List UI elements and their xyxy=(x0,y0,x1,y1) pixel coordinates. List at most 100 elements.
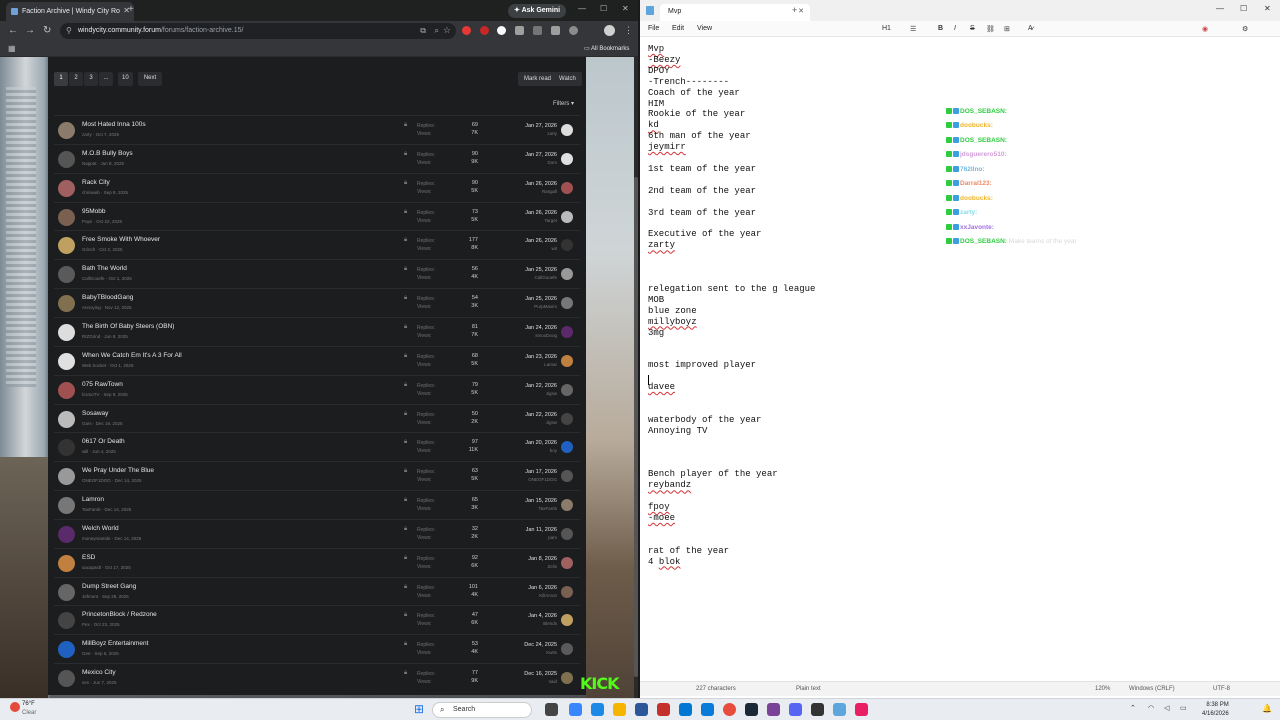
last-poster-avatar[interactable] xyxy=(561,239,573,252)
forward-icon[interactable]: → xyxy=(25,25,35,36)
thread-row[interactable]: Lamron TaxFamb · Dec 14, 2025 🔒︎ Replies: Vi… xyxy=(54,490,580,519)
thread-title[interactable]: Sosaway xyxy=(82,410,108,417)
last-post-date[interactable]: Jan 22, 2026 xyxy=(504,383,557,389)
settings-icon[interactable]: ⚙ xyxy=(1242,25,1248,33)
thread-avatar[interactable] xyxy=(58,497,75,515)
last-post-user[interactable]: Lamar xyxy=(504,362,557,367)
menu-file[interactable]: File xyxy=(648,25,659,32)
eol-status[interactable]: Windows (CRLF) xyxy=(1129,686,1175,692)
thread-title[interactable]: Dump Street Gang xyxy=(82,583,136,590)
thread-title[interactable]: When We Catch Em It's A 3 For All xyxy=(82,352,182,359)
file-explorer-icon[interactable] xyxy=(613,703,626,716)
weather-widget[interactable]: 76°F Clear xyxy=(22,700,36,718)
thread-row[interactable]: Dump Street Gang Jefmont · Sep 29, 2025 🔒︎… xyxy=(54,576,580,606)
thread-title[interactable]: ESD xyxy=(82,554,95,561)
thread-avatar[interactable] xyxy=(58,323,75,341)
zoom-status[interactable]: 120% xyxy=(1095,686,1110,692)
thread-title[interactable]: 075 RawTown xyxy=(82,381,123,388)
close-window-icon[interactable]: ✕ xyxy=(622,4,629,13)
maximize-icon[interactable]: ☐ xyxy=(600,4,607,13)
thread-title[interactable]: Free Smoke With Whoever xyxy=(82,236,160,243)
last-post-user[interactable]: boy xyxy=(504,448,557,453)
last-poster-avatar[interactable] xyxy=(561,470,573,483)
thread-row[interactable]: Bath The World CallGooefe · Oct 1, 2025 🔒︎… xyxy=(54,259,580,288)
thread-row[interactable]: 0617 Or Death will · Jun 4, 2025 🔒︎ Replies… xyxy=(54,432,580,461)
start-windows-icon[interactable]: ⊞ xyxy=(414,702,424,716)
thread-avatar[interactable] xyxy=(58,237,75,255)
next-page-button[interactable]: Next xyxy=(138,72,162,86)
thread-avatar[interactable] xyxy=(58,295,75,313)
table-icon[interactable]: ⊞ xyxy=(1004,25,1010,33)
app-icon[interactable] xyxy=(657,703,670,716)
menu-view[interactable]: View xyxy=(697,25,712,32)
thread-row[interactable]: Free Smoke With Whoever Grinch · Oct 2, 2… xyxy=(54,230,580,259)
new-tab-icon[interactable]: + xyxy=(792,5,797,15)
notepad-editor[interactable]: Mvp -Beezy DPOY -Trench-------- Coach of… xyxy=(648,44,815,568)
thread-avatar[interactable] xyxy=(58,583,75,601)
thread-avatar[interactable] xyxy=(58,612,75,630)
thread-avatar[interactable] xyxy=(58,670,75,688)
last-post-date[interactable]: Jan 27, 2026 xyxy=(504,123,557,129)
last-poster-avatar[interactable] xyxy=(561,268,573,281)
chrome-icon[interactable] xyxy=(723,703,736,716)
thread-avatar[interactable] xyxy=(58,208,75,226)
taskbar-search[interactable]: ⌕ Search xyxy=(432,702,532,718)
copilot-icon[interactable]: ◉ xyxy=(1202,25,1208,33)
thread-row[interactable]: Welch World moneymamde · Dec 14, 2025 🔒︎ Re… xyxy=(54,518,580,548)
thread-title[interactable]: 95Mobb xyxy=(82,208,106,215)
last-post-user[interactable]: zarty xyxy=(504,131,557,136)
thread-avatar[interactable] xyxy=(58,439,75,457)
format-status[interactable]: Plain text xyxy=(796,686,821,692)
extension-icon[interactable] xyxy=(480,26,489,35)
reload-icon[interactable]: ↻ xyxy=(43,25,51,36)
thread-avatar[interactable] xyxy=(58,641,75,659)
browser-tab[interactable]: Faction Archive | Windy City Ro ✕ xyxy=(6,2,134,21)
last-post-date[interactable]: Jan 25, 2026 xyxy=(504,267,557,273)
last-poster-avatar[interactable] xyxy=(561,672,573,685)
thread-row[interactable]: Sosaway Gars · Dec 19, 2025 🔒︎ Replies: View… xyxy=(54,403,580,433)
minimize-icon[interactable]: — xyxy=(1216,4,1224,13)
last-post-date[interactable]: Jan 25, 2026 xyxy=(504,296,557,302)
app-icon[interactable] xyxy=(701,703,714,716)
maximize-icon[interactable]: ☐ xyxy=(1240,4,1247,13)
thread-title[interactable]: The Birth Of Baby Steers (OBN) xyxy=(82,323,174,330)
thread-title[interactable]: 0617 Or Death xyxy=(82,438,125,445)
thread-row[interactable]: When We Catch Em It's A 3 For All Web Soc… xyxy=(54,345,580,375)
page-scrollbar[interactable] xyxy=(634,57,638,698)
close-tab-icon[interactable]: ✕ xyxy=(798,7,804,15)
thread-row[interactable]: We Pray Under The Blue ONEOF1DOG · Dec 14… xyxy=(54,461,580,490)
notepad-taskbar-icon[interactable] xyxy=(833,703,846,716)
clear-format-icon[interactable]: A̷ xyxy=(1028,25,1033,32)
bold-icon[interactable]: B xyxy=(938,25,943,32)
thread-row[interactable]: PrincetonBlock / Redzone Pex · Oct 23, 20… xyxy=(54,605,580,634)
menu-edit[interactable]: Edit xyxy=(672,25,684,32)
last-poster-avatar[interactable] xyxy=(561,527,573,540)
notification-bell-icon[interactable]: 🔔 xyxy=(1262,704,1272,713)
last-poster-avatar[interactable] xyxy=(561,325,573,338)
last-post-user[interactable]: said xyxy=(504,679,557,684)
last-post-date[interactable]: Jan 6, 2026 xyxy=(504,585,557,591)
last-poster-avatar[interactable] xyxy=(561,412,573,425)
weather-icon[interactable] xyxy=(10,702,20,712)
thread-row[interactable]: ESD sacapastl · Oct 17, 2025 🔒︎ Replies: Vie… xyxy=(54,547,580,577)
minimize-icon[interactable]: — xyxy=(578,4,586,13)
last-post-date[interactable]: Jan 22, 2026 xyxy=(504,412,557,418)
extensions-puzzle-icon[interactable] xyxy=(533,26,542,35)
last-post-user[interactable]: wit xyxy=(504,246,558,251)
page-button[interactable]: 1 xyxy=(54,72,68,86)
last-post-date[interactable]: Jan 15, 2026 xyxy=(504,498,557,504)
last-post-user[interactable]: pam xyxy=(504,535,557,540)
thread-row[interactable]: 95Mobb Pops · Oct 22, 2025 🔒︎ Replies: Views… xyxy=(54,201,580,231)
thread-row[interactable]: Mexico City ses · Jun 7, 2025 🔒︎ Replies: Vi… xyxy=(54,663,580,692)
tray-chevron-icon[interactable]: ⌃ xyxy=(1130,704,1136,712)
thread-row[interactable]: MillBoyz Entertainment Gee · Sep 6, 2025 🔒… xyxy=(54,634,580,663)
app-icon[interactable] xyxy=(767,703,780,716)
downloads-icon[interactable] xyxy=(569,26,578,35)
page-button[interactable]: 10 xyxy=(118,72,133,86)
all-bookmarks-button[interactable]: ▭ All Bookmarks xyxy=(584,45,629,52)
task-view-icon[interactable] xyxy=(545,703,558,716)
back-icon[interactable]: ← xyxy=(8,25,18,36)
thread-title[interactable]: M.O.B Bully Boys xyxy=(82,150,133,157)
page-button[interactable]: 3 xyxy=(84,72,98,86)
last-post-user[interactable]: TaxFamb xyxy=(504,506,557,511)
